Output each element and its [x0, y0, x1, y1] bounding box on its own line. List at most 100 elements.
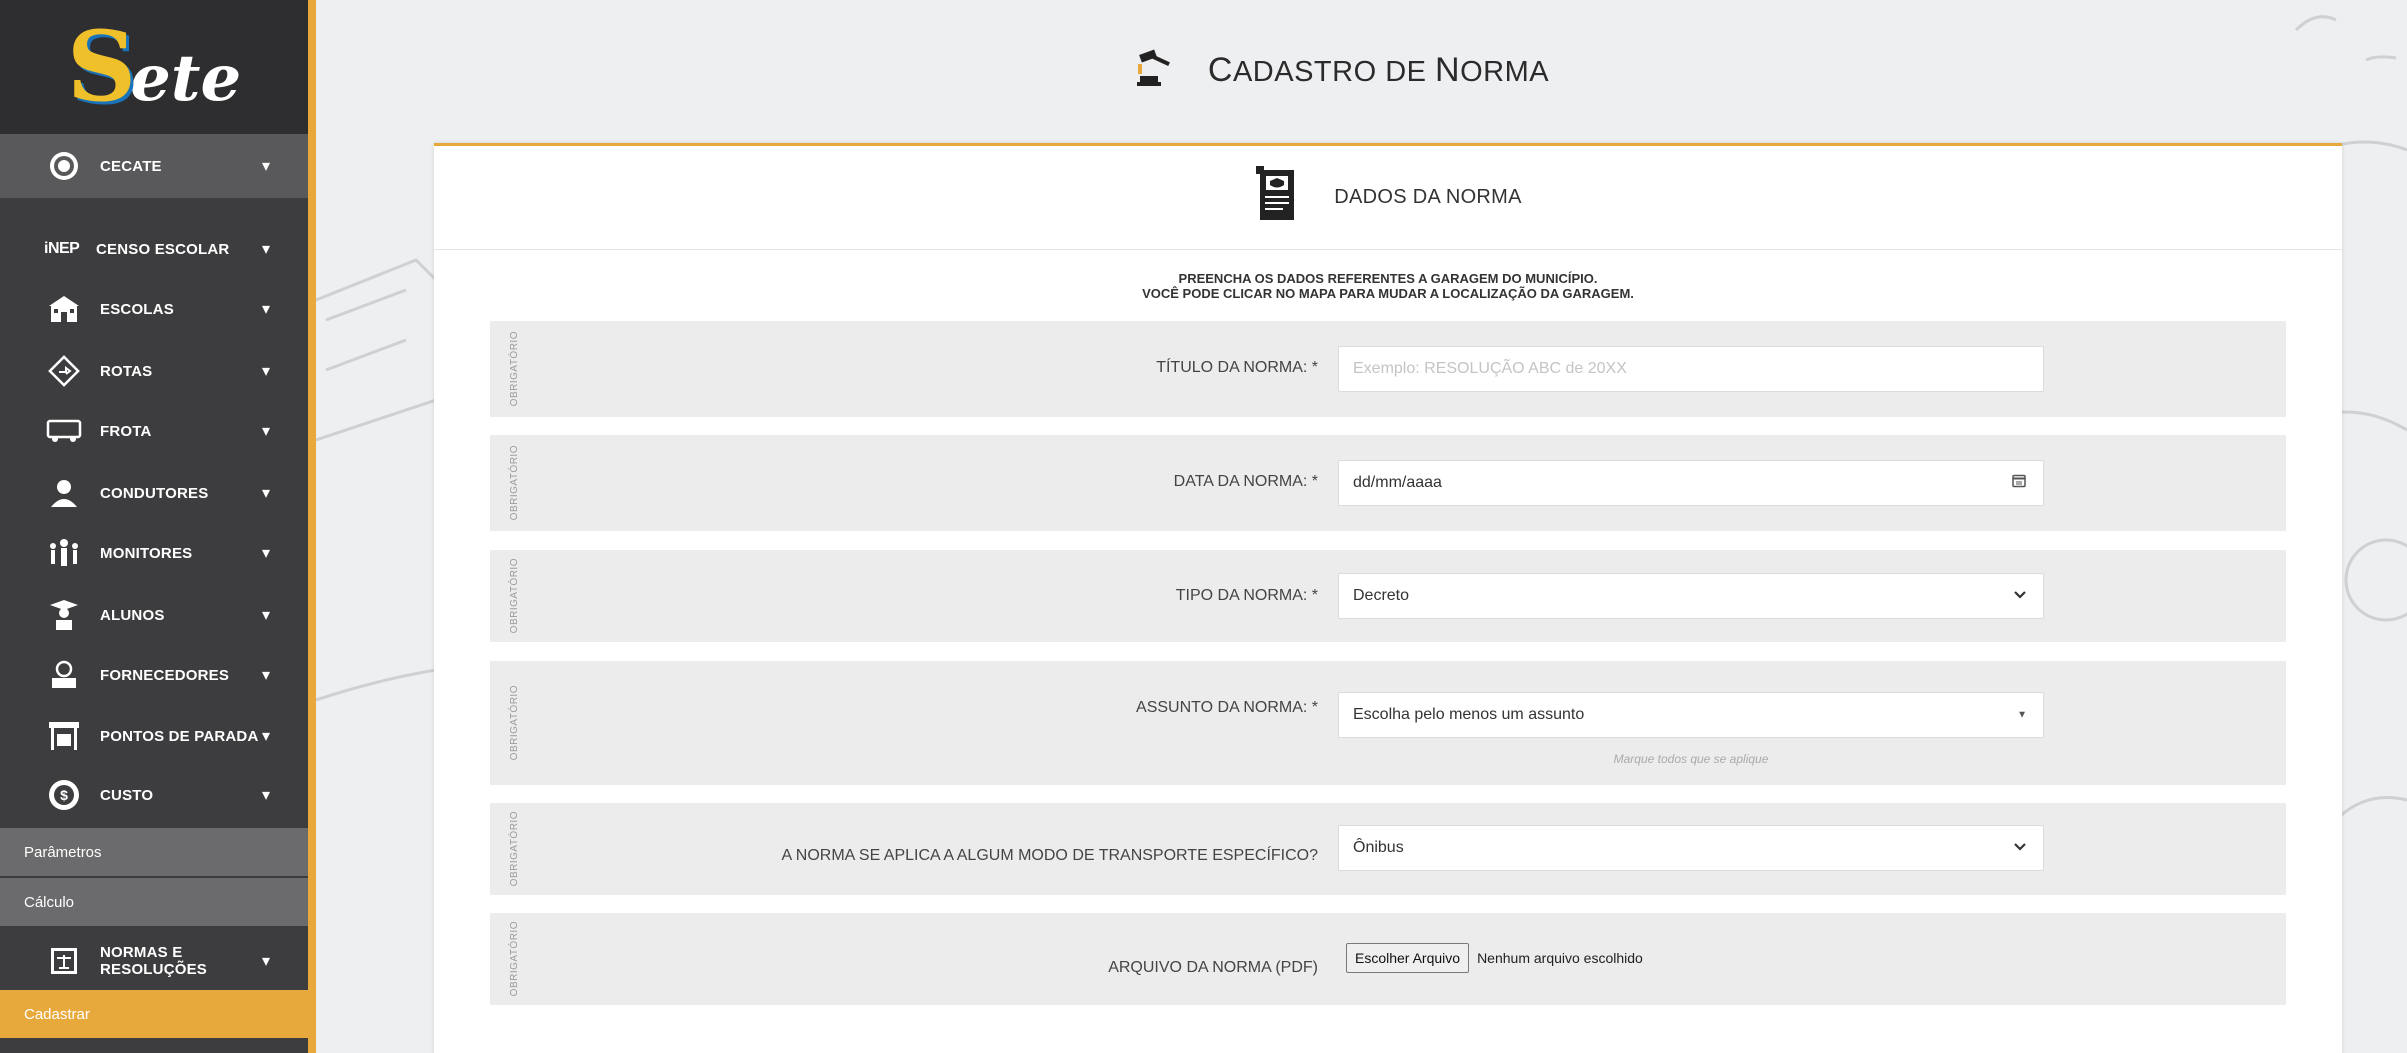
svg-text:$: $	[60, 787, 68, 803]
required-tag-text: OBRIGATÓRIO	[508, 331, 520, 407]
caret-down-icon: ▾	[261, 545, 270, 562]
main-content: CADASTRO DE NORMA DADOS DA NORMA PREENCH…	[316, 0, 2407, 1053]
title-part: ADASTRO DE	[1232, 55, 1436, 88]
field-label: TÍTULO DA NORMA: *	[1156, 359, 1318, 376]
logo-letter: S	[66, 10, 137, 123]
bus-icon	[46, 413, 82, 449]
page-header: CADASTRO DE NORMA	[316, 0, 2407, 140]
required-tag-text: OBRIGATÓRIO	[508, 445, 520, 521]
sidebar-item-label: NORMAS E RESOLUÇÕES	[100, 944, 208, 978]
date-value: dd/mm/aaaa	[1353, 474, 1442, 491]
sidebar-item-label: CENSO ESCOLAR	[96, 240, 230, 258]
sidebar-subitem-cadastrar[interactable]: Cadastrar	[0, 990, 308, 1038]
field-label: TIPO DA NORMA: *	[1175, 587, 1318, 604]
sidebar-item-alunos[interactable]: ALUNOS ▾	[0, 584, 308, 646]
date-input[interactable]: dd/mm/aaaa	[1338, 460, 2044, 506]
sidebar-item-rotas[interactable]: ROTAS ▾	[0, 340, 308, 402]
instructions-line: VOCÊ PODE CLICAR NO MAPA PARA MUDAR A LO…	[1142, 286, 1634, 301]
app-logo[interactable]: S ete	[0, 0, 308, 134]
title-part: C	[1207, 50, 1233, 89]
required-tag: OBRIGATÓRIO	[504, 550, 524, 642]
choose-file-button[interactable]: Escolher Arquivo	[1346, 943, 1470, 973]
sidebar-subitem-calculo[interactable]: Cálculo	[0, 878, 308, 926]
caret-down-icon: ▾	[261, 667, 270, 684]
field-label: DATA DA NORMA: *	[1173, 473, 1318, 490]
field-row-arquivo: OBRIGATÓRIO ARQUIVO DA NORMA (PDF) Escol…	[490, 913, 2286, 1005]
sidebar-item-label: PONTOS DE PARADA	[100, 727, 259, 745]
seal-icon	[46, 148, 82, 184]
sidebar-item-label: MONITORES	[100, 544, 193, 562]
required-tag: OBRIGATÓRIO	[504, 661, 524, 785]
chevron-down-icon	[2013, 587, 2027, 605]
student-icon	[46, 597, 82, 633]
required-tag-text: OBRIGATÓRIO	[508, 811, 520, 887]
field-label: ASSUNTO DA NORMA: *	[1136, 699, 1318, 716]
sidebar-item-label: ESCOLAS	[100, 300, 174, 318]
required-tag-text: OBRIGATÓRIO	[508, 685, 520, 761]
page-title: CADASTRO DE NORMA	[1208, 51, 1549, 90]
assunto-multiselect[interactable]: Escolha pelo menos um assunto ▼	[1338, 692, 2044, 738]
sidebar-item-pontos-de-parada[interactable]: PONTOS DE PARADA ▾	[0, 705, 308, 767]
required-tag: OBRIGATÓRIO	[504, 913, 524, 1005]
required-tag: OBRIGATÓRIO	[504, 321, 524, 417]
caret-down-icon: ▾	[261, 423, 270, 440]
caret-down-icon: ▾	[261, 363, 270, 380]
sidebar-item-label: ROTAS	[100, 362, 153, 380]
sidebar-item-label: CECATE	[100, 157, 162, 175]
field-row-data: OBRIGATÓRIO DATA DA NORMA: * dd/mm/aaaa	[490, 435, 2286, 531]
tipo-select[interactable]: Decreto	[1338, 573, 2044, 619]
caret-down-icon: ▾	[261, 485, 270, 502]
required-tag-text: OBRIGATÓRIO	[508, 558, 520, 634]
bus-stop-icon	[46, 718, 82, 754]
card-title: DADOS DA NORMA	[1334, 186, 1522, 208]
file-status: Nenhum arquivo escolhido	[1477, 950, 1643, 966]
sidebar-item-label: CUSTO	[100, 786, 154, 804]
caret-down-icon: ▾	[261, 607, 270, 624]
logo-text: ete	[130, 40, 242, 116]
sidebar-item-monitores[interactable]: MONITORES ▾	[0, 522, 308, 584]
sidebar-subitem-label: Parâmetros	[24, 843, 102, 861]
caret-down-icon: ▾	[261, 787, 270, 804]
sidebar-item-normas[interactable]: NORMAS E RESOLUÇÕES ▾	[0, 930, 308, 992]
required-tag-text: OBRIGATÓRIO	[508, 921, 520, 997]
caret-down-icon: ▾	[261, 158, 270, 175]
sidebar-subitem-parametros[interactable]: Parâmetros	[0, 828, 308, 876]
sidebar-item-custo[interactable]: $ CUSTO ▾	[0, 764, 308, 826]
title-part: ORMA	[1460, 55, 1550, 88]
caret-down-icon: ▾	[261, 301, 270, 318]
chevron-down-icon	[2013, 839, 2027, 857]
sidebar-subitem-label: Cadastrar	[24, 1005, 90, 1023]
caret-down-icon: ▾	[261, 953, 270, 970]
sidebar-item-frota[interactable]: FROTA ▾	[0, 400, 308, 462]
field-row-titulo: OBRIGATÓRIO TÍTULO DA NORMA: * Exemplo: …	[490, 321, 2286, 417]
titulo-input[interactable]: Exemplo: RESOLUÇÃO ABC de 20XX	[1338, 346, 2044, 392]
law-scale-icon	[46, 943, 82, 979]
sidebar-item-label: FORNECEDORES	[100, 666, 230, 684]
sidebar-item-label: CONDUTORES	[100, 484, 209, 502]
sidebar-item-escolas[interactable]: ESCOLAS ▾	[0, 278, 308, 340]
file-input: Escolher Arquivo Nenhum arquivo escolhid…	[1346, 943, 1643, 973]
placeholder-text: Exemplo: RESOLUÇÃO ABC de 20XX	[1353, 360, 1627, 377]
caret-down-icon: ▾	[261, 728, 270, 745]
calendar-icon[interactable]	[2011, 473, 2027, 494]
background-illustration	[316, 258, 436, 702]
required-tag: OBRIGATÓRIO	[504, 803, 524, 895]
field-hint: Marque todos que se aplique	[1613, 752, 1769, 766]
sidebar-item-label: FROTA	[100, 422, 152, 440]
form-instructions: PREENCHA OS DADOS REFERENTES A GARAGEM D…	[434, 271, 2342, 301]
sidebar-item-censo-escolar[interactable]: iNEP CENSO ESCOLAR ▾	[0, 218, 308, 280]
field-label: A NORMA SE APLICA A ALGUM MODO DE TRANSP…	[781, 847, 1318, 864]
sidebar-item-condutores[interactable]: CONDUTORES ▾	[0, 462, 308, 524]
monitors-icon	[46, 535, 82, 571]
select-value: Decreto	[1353, 587, 1410, 604]
instructions-line: PREENCHA OS DADOS REFERENTES A GARAGEM D…	[1178, 271, 1598, 286]
sidebar-accent-bar	[308, 0, 316, 1053]
sidebar: S ete CECATE ▾ iNEP CENSO ESCOLAR ▾ ESCO…	[0, 0, 308, 1053]
modo-transporte-select[interactable]: Ônibus	[1338, 825, 2044, 871]
sidebar-item-cecate[interactable]: CECATE ▾	[0, 134, 308, 198]
school-icon	[46, 291, 82, 327]
document-icon	[1254, 166, 1300, 229]
card-header: DADOS DA NORMA	[434, 146, 2342, 250]
sidebar-item-fornecedores[interactable]: FORNECEDORES ▾	[0, 644, 308, 706]
select-value: Ônibus	[1353, 839, 1404, 856]
